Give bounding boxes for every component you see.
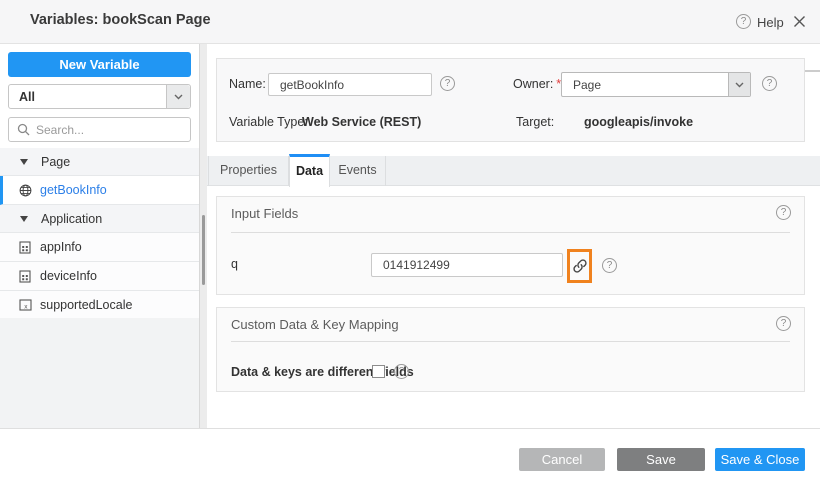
variables-dialog: Variables: bookScan Page ? Help New Vari… (0, 0, 820, 486)
variables-sidebar: New Variable All Page getBookInfo (0, 44, 199, 428)
sidebar-item-getbookinfo[interactable]: getBookInfo (0, 176, 199, 205)
sidebar-item-appinfo[interactable]: appInfo (0, 233, 199, 262)
param-q-help-icon[interactable]: ? (602, 258, 617, 273)
filter-dropdown-value: All (19, 90, 35, 104)
search-input[interactable] (36, 122, 191, 137)
tab-bar: Properties Data Events (207, 154, 820, 187)
variable-type-value: Web Service (REST) (302, 115, 422, 129)
sidebar-item-label: getBookInfo (40, 183, 107, 197)
param-q-label: q (231, 257, 238, 271)
page-title: Variables: bookScan Page (30, 12, 211, 28)
variable-type-label: Variable Type: (229, 115, 308, 129)
sidebar-group-label: Application (41, 211, 103, 226)
input-fields-section: Input Fields ? q ? (216, 196, 805, 295)
target-value: googleapis/invoke (584, 115, 694, 129)
link-icon-highlight (567, 249, 592, 283)
owner-help-icon[interactable]: ? (762, 76, 777, 91)
help-link[interactable]: Help (757, 15, 784, 30)
target-label: Target: (516, 115, 555, 129)
owner-select-value: Page (573, 78, 602, 92)
new-variable-button[interactable]: New Variable (8, 52, 191, 77)
chevron-down-icon (728, 73, 750, 96)
sidebar-group-label: Page (41, 154, 71, 169)
sidebar-group-page[interactable]: Page (0, 148, 199, 176)
custom-mapping-section: Custom Data & Key Mapping ? Data & keys … (216, 307, 805, 392)
search-box[interactable] (8, 117, 191, 142)
save-button[interactable]: Save (617, 448, 705, 471)
sidebar-item-label: deviceInfo (40, 269, 97, 283)
sidebar-item-label: appInfo (40, 240, 82, 254)
app-grid-icon (18, 240, 32, 254)
name-help-icon[interactable]: ? (440, 76, 455, 91)
dialog-header: Variables: bookScan Page ? Help (0, 0, 820, 44)
section-title: Custom Data & Key Mapping (231, 317, 399, 332)
cancel-button[interactable]: Cancel (519, 448, 605, 471)
data-keys-label: Data & keys are different fields (231, 365, 414, 379)
link-icon[interactable] (572, 258, 588, 274)
owner-select[interactable]: Page (561, 72, 751, 97)
save-close-button[interactable]: Save & Close (715, 448, 805, 471)
caret-down-icon (20, 158, 28, 165)
app-grid-icon (18, 269, 32, 283)
chevron-down-icon (166, 85, 190, 108)
name-input[interactable] (268, 73, 432, 96)
sidebar-group-application[interactable]: Application (0, 205, 199, 233)
input-fields-help-icon[interactable]: ? (776, 205, 791, 220)
name-label: Name:* (229, 77, 274, 91)
caret-down-icon (20, 215, 28, 222)
scrollbar-thumb[interactable] (202, 215, 205, 285)
divider (231, 341, 790, 342)
tab-properties[interactable]: Properties (208, 156, 289, 186)
filter-dropdown[interactable]: All (8, 84, 191, 109)
custom-mapping-help-icon[interactable]: ? (776, 316, 791, 331)
sidebar-item-supportedlocale[interactable]: x supportedLocale (0, 291, 199, 320)
data-keys-checkbox[interactable] (372, 365, 385, 378)
owner-label: Owner: * (513, 77, 562, 91)
tab-events[interactable]: Events (330, 156, 386, 186)
section-title: Input Fields (231, 206, 299, 221)
sidebar-item-label: supportedLocale (40, 298, 133, 312)
divider (231, 232, 790, 233)
help-icon[interactable]: ? (736, 14, 751, 29)
locale-icon: x (18, 299, 32, 311)
dialog-footer: Cancel Save Save & Close (0, 429, 820, 486)
sidebar-empty-area (0, 318, 199, 428)
param-q-input[interactable] (371, 253, 563, 277)
variable-summary-panel: Name:* ? Owner:* Page ? Variable Type: W… (216, 58, 805, 142)
sidebar-item-deviceinfo[interactable]: deviceInfo (0, 262, 199, 291)
search-icon (17, 123, 30, 136)
close-icon[interactable] (793, 15, 806, 28)
globe-icon (18, 184, 32, 197)
data-keys-help-icon[interactable]: ? (394, 364, 409, 379)
tab-data[interactable]: Data (289, 154, 330, 187)
